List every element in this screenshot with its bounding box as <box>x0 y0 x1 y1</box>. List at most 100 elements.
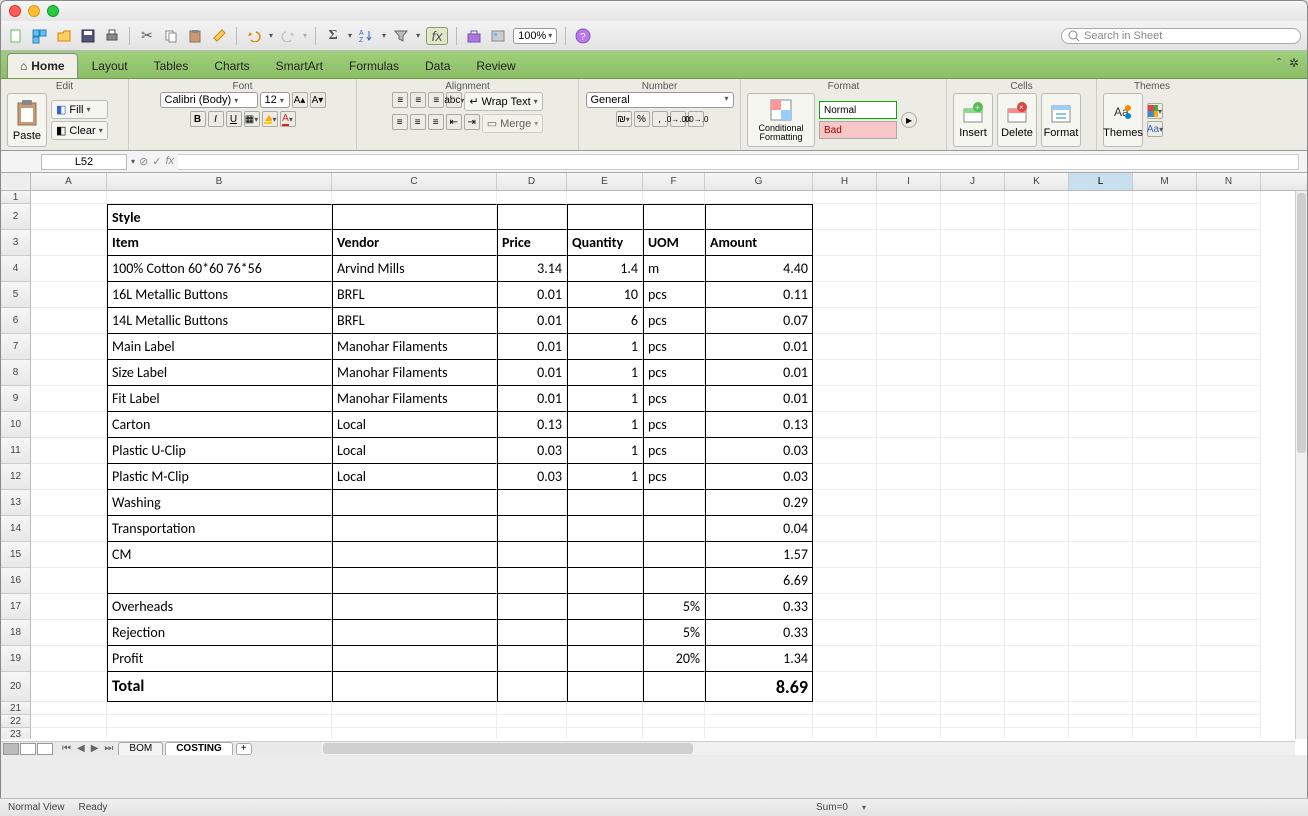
cut-icon[interactable]: ✂ <box>138 27 156 45</box>
col-header-j[interactable]: J <box>941 173 1005 190</box>
toolbox-icon[interactable] <box>465 27 483 45</box>
cell[interactable]: 0.01 <box>497 308 567 334</box>
cell[interactable] <box>1197 230 1261 256</box>
search-box[interactable]: Search in Sheet <box>1061 28 1301 44</box>
conditional-formatting-button[interactable]: Conditional Formatting <box>747 93 815 147</box>
row-header[interactable]: 7 <box>1 334 31 360</box>
col-header-i[interactable]: I <box>877 173 941 190</box>
cell[interactable] <box>877 702 941 715</box>
cell[interactable] <box>567 702 643 715</box>
cell[interactable]: Arvind Mills <box>332 256 497 282</box>
cell[interactable] <box>941 412 1005 438</box>
cell[interactable] <box>1005 542 1069 568</box>
media-browser-icon[interactable] <box>489 27 507 45</box>
cell[interactable] <box>1133 464 1197 490</box>
cell[interactable] <box>813 516 877 542</box>
vertical-scrollbar[interactable] <box>1295 191 1307 739</box>
cell[interactable] <box>567 646 643 672</box>
cell[interactable] <box>813 672 877 702</box>
underline-button[interactable]: U <box>226 111 242 127</box>
cell[interactable] <box>1197 438 1261 464</box>
col-header-l[interactable]: L <box>1069 173 1133 190</box>
cell[interactable] <box>567 715 643 728</box>
col-header-c[interactable]: C <box>332 173 497 190</box>
cell[interactable] <box>31 438 107 464</box>
cell[interactable]: 0.01 <box>497 334 567 360</box>
horizontal-scroll-thumb[interactable] <box>323 743 693 754</box>
cell[interactable]: 0.01 <box>705 360 813 386</box>
cell[interactable] <box>1069 715 1133 728</box>
row-header[interactable]: 6 <box>1 308 31 334</box>
cell[interactable] <box>31 620 107 646</box>
cell[interactable] <box>31 715 107 728</box>
cell[interactable] <box>1133 715 1197 728</box>
window-maximize-button[interactable] <box>47 5 59 17</box>
copy-icon[interactable] <box>162 27 180 45</box>
cell[interactable] <box>1133 516 1197 542</box>
fill-color-button[interactable]: ▾ <box>262 111 278 127</box>
cell[interactable] <box>1069 308 1133 334</box>
cell[interactable] <box>1005 646 1069 672</box>
cell[interactable] <box>1069 568 1133 594</box>
sheet-tab-costing[interactable]: COSTING <box>165 742 233 755</box>
cell[interactable] <box>813 412 877 438</box>
cell[interactable]: Main Label <box>107 334 332 360</box>
cell[interactable]: Profit <box>107 646 332 672</box>
cell[interactable] <box>567 672 643 702</box>
cell[interactable] <box>813 464 877 490</box>
status-sum-dropdown-icon[interactable]: ▾ <box>862 803 866 812</box>
cell[interactable]: Washing <box>107 490 332 516</box>
cell[interactable] <box>567 568 643 594</box>
cell[interactable] <box>1133 594 1197 620</box>
cell[interactable] <box>877 620 941 646</box>
col-header-a[interactable]: A <box>31 173 107 190</box>
cell[interactable] <box>332 715 497 728</box>
cell[interactable] <box>1133 702 1197 715</box>
cell[interactable]: 8.69 <box>705 672 813 702</box>
cell[interactable] <box>1069 230 1133 256</box>
cell[interactable]: 0.07 <box>705 308 813 334</box>
cell[interactable]: 3.14 <box>497 256 567 282</box>
cell[interactable] <box>1133 282 1197 308</box>
cell[interactable]: BRFL <box>332 308 497 334</box>
cell[interactable]: 1 <box>567 438 643 464</box>
cell[interactable] <box>31 702 107 715</box>
cell[interactable] <box>31 386 107 412</box>
cell[interactable] <box>941 594 1005 620</box>
cell[interactable]: 20% <box>643 646 705 672</box>
cell[interactable] <box>1133 386 1197 412</box>
cell[interactable]: 1.4 <box>567 256 643 282</box>
cell[interactable] <box>567 490 643 516</box>
cell[interactable] <box>1197 672 1261 702</box>
cell[interactable]: 0.13 <box>705 412 813 438</box>
fill-button[interactable]: ◧Fill▾ <box>51 100 108 119</box>
cell[interactable] <box>1069 386 1133 412</box>
sheet-nav-next-icon[interactable]: ▶ <box>88 743 102 754</box>
cell[interactable] <box>1197 464 1261 490</box>
autosum-dropdown-icon[interactable]: ▾ <box>348 31 352 40</box>
tab-data[interactable]: Data <box>413 54 462 78</box>
undo-icon[interactable] <box>245 27 263 45</box>
cell[interactable] <box>813 386 877 412</box>
align-top-icon[interactable]: ≡ <box>392 92 408 108</box>
sheet-tab-bom[interactable]: BOM <box>118 742 163 755</box>
cell[interactable]: 1 <box>567 412 643 438</box>
cell[interactable]: Total <box>107 672 332 702</box>
cell[interactable]: 6.69 <box>705 568 813 594</box>
cell[interactable] <box>497 490 567 516</box>
row-header[interactable]: 5 <box>1 282 31 308</box>
cell[interactable]: Overheads <box>107 594 332 620</box>
cell[interactable] <box>31 282 107 308</box>
save-icon[interactable] <box>79 27 97 45</box>
cell[interactable] <box>497 542 567 568</box>
cell[interactable] <box>31 594 107 620</box>
paste-button[interactable]: Paste <box>7 93 47 147</box>
cell[interactable] <box>813 568 877 594</box>
filter-icon[interactable] <box>392 27 410 45</box>
cell[interactable] <box>31 728 107 739</box>
cell[interactable] <box>813 438 877 464</box>
cell[interactable] <box>1069 620 1133 646</box>
cell[interactable] <box>1069 360 1133 386</box>
zoom-control[interactable]: 100%▾ <box>513 28 557 44</box>
style-gallery-expand-icon[interactable]: ▸ <box>901 112 917 128</box>
